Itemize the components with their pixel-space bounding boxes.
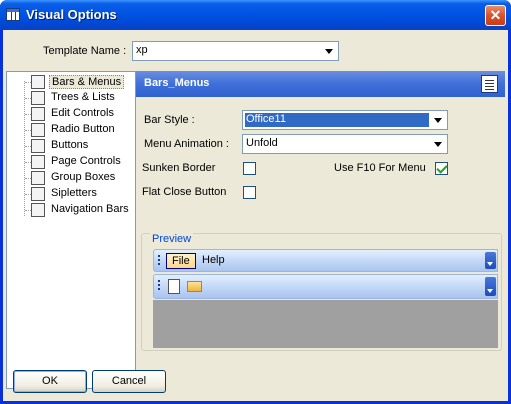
close-button[interactable]: ✕: [485, 5, 506, 26]
menu-animation-label: Menu Animation :: [144, 138, 229, 150]
grip-icon: [158, 255, 160, 267]
cancel-button[interactable]: Cancel: [92, 370, 166, 393]
bar-style-combo[interactable]: Office11: [242, 110, 448, 130]
panel-header: Bars_Menus: [136, 71, 505, 97]
use-f10-label: Use F10 For Menu: [334, 162, 426, 174]
tree-item[interactable]: Page Controls: [7, 154, 135, 170]
bar-style-label: Bar Style :: [144, 114, 195, 126]
visual-options-window: Visual Options ✕ Template Name : xp Bars…: [0, 0, 511, 404]
tree-item[interactable]: Group Boxes: [7, 170, 135, 186]
new-document-icon: [168, 279, 180, 294]
ok-button[interactable]: OK: [13, 370, 87, 393]
group-boxes-icon: [31, 171, 45, 185]
panel-title: Bars_Menus: [144, 77, 210, 89]
template-name-combo[interactable]: xp: [132, 41, 339, 61]
navigation-bars-icon: [31, 203, 45, 217]
flat-close-label: Flat Close Button: [142, 186, 227, 198]
menu-animation-value: Unfold: [246, 137, 278, 149]
trees-lists-icon: [31, 91, 45, 105]
tree-item[interactable]: Sipletters: [7, 186, 135, 202]
radio-button-icon: [31, 123, 45, 137]
tree-item-label: Page Controls: [51, 155, 121, 167]
preview-menu-file: File: [166, 253, 196, 269]
use-f10-checkbox[interactable]: [435, 162, 448, 175]
bar-style-value: Office11: [245, 113, 429, 127]
tree-item-label: Sipletters: [51, 187, 97, 199]
toolbar-options-icon: [485, 277, 496, 296]
template-name-value: xp: [136, 44, 148, 56]
preview-menu-bar: File Help: [153, 249, 498, 272]
window-title: Visual Options: [26, 7, 117, 22]
tree-item-label: Bars & Menus: [49, 75, 125, 89]
chevron-down-icon[interactable]: [321, 43, 337, 59]
preview-legend: Preview: [150, 233, 194, 245]
tree-item-label: Buttons: [51, 139, 89, 151]
bars-menus-icon: [481, 75, 498, 93]
tree-item[interactable]: Navigation Bars: [7, 202, 135, 218]
sipletters-icon: [31, 187, 45, 201]
chevron-down-icon[interactable]: [430, 136, 446, 152]
buttons-icon: [31, 139, 45, 153]
flat-close-checkbox[interactable]: [243, 186, 256, 199]
open-folder-icon: [187, 281, 202, 292]
options-tree[interactable]: Bars & Menus Trees & Lists Edit Controls Ra…: [6, 71, 136, 389]
tree-item-label: Navigation Bars: [51, 203, 129, 215]
window-app-icon: [6, 8, 20, 21]
grip-icon: [158, 280, 160, 292]
tree-item[interactable]: Trees & Lists: [7, 90, 135, 106]
preview-workspace: [153, 300, 498, 348]
title-bar[interactable]: Visual Options ✕: [0, 0, 511, 30]
bars-menus-icon: [31, 75, 45, 89]
toolbar-options-icon: [485, 252, 496, 269]
menu-animation-combo[interactable]: Unfold: [242, 134, 448, 154]
tree-item-label: Trees & Lists: [51, 91, 115, 103]
tree-item[interactable]: Buttons: [7, 138, 135, 154]
tree-item[interactable]: Radio Button: [7, 122, 135, 138]
tree-item[interactable]: Bars & Menus: [7, 74, 135, 90]
dialog-body: Template Name : xp Bars & Menus Trees & L…: [3, 30, 508, 401]
chevron-down-icon[interactable]: [430, 112, 446, 128]
tree-item-label: Group Boxes: [51, 171, 116, 183]
tree-item[interactable]: Edit Controls: [7, 106, 135, 122]
page-controls-icon: [31, 155, 45, 169]
sunken-border-label: Sunken Border: [142, 162, 216, 174]
tree-item-label: Radio Button: [51, 123, 115, 135]
preview-toolbar: [153, 274, 498, 299]
tree-item-label: Edit Controls: [51, 107, 114, 119]
edit-controls-icon: [31, 107, 45, 121]
template-name-label: Template Name :: [43, 45, 127, 57]
sunken-border-checkbox[interactable]: [243, 162, 256, 175]
preview-menu-help: Help: [202, 254, 225, 266]
